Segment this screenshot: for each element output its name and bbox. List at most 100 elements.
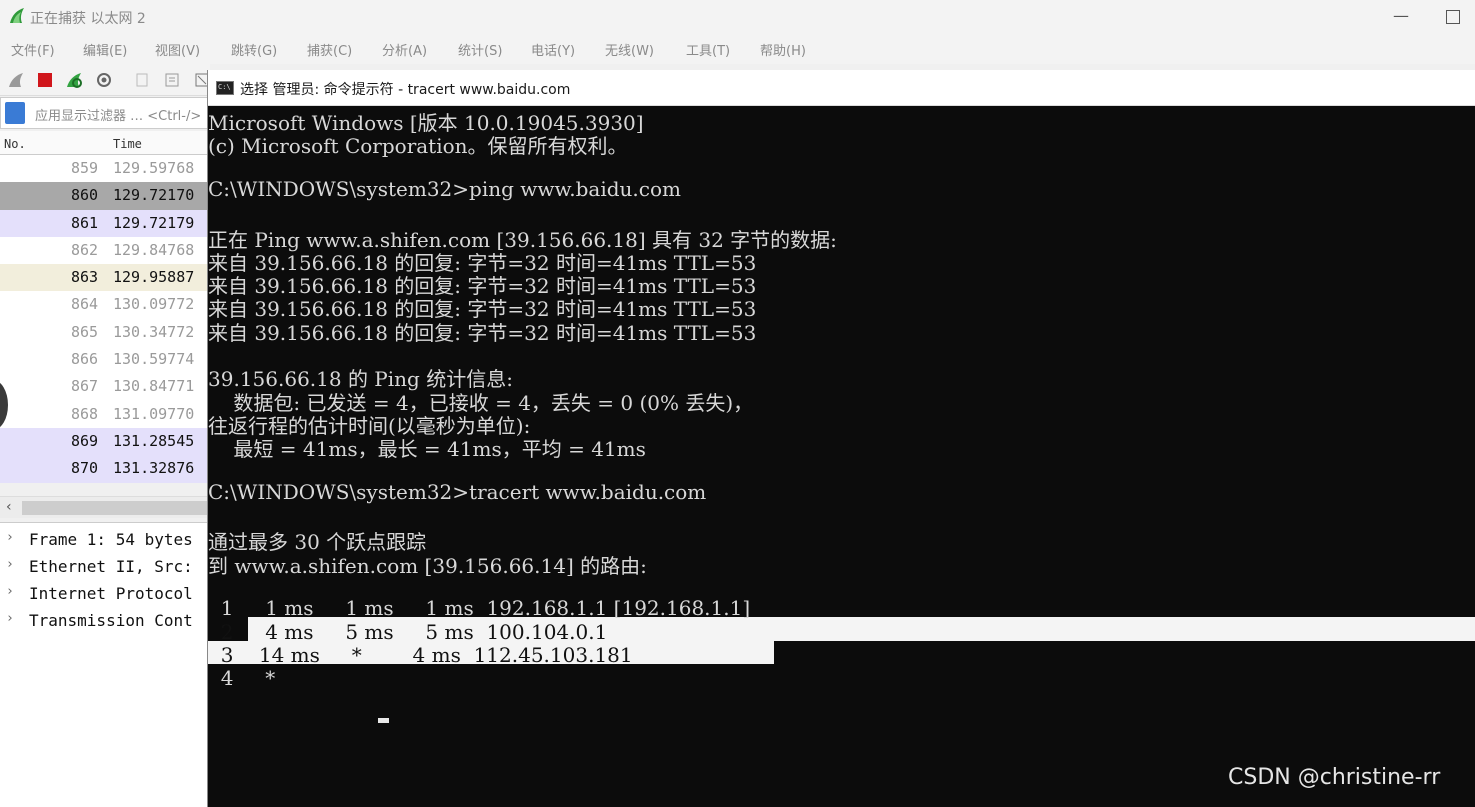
packet-number: 859 [71, 159, 99, 177]
menubar: 文件(F) 编辑(E) 视图(V) 跳转(G) 捕获(C) 分析(A) 统计(S… [0, 34, 1475, 64]
restart-capture-icon[interactable] [66, 72, 82, 88]
capture-options-icon[interactable] [96, 72, 112, 88]
expand-arrow-icon[interactable]: › [6, 530, 14, 545]
packet-number: 860 [71, 186, 99, 205]
console-line: 1 1 ms 1 ms 1 ms 192.168.1.1 [192.168.1.… [208, 596, 751, 621]
console-icon [216, 81, 234, 95]
console-line: 来自 39.156.66.18 的回复: 字节=32 时间=41ms TTL=5… [208, 320, 757, 345]
console-line: 最短 = 41ms，最长 = 41ms，平均 = 41ms [208, 437, 646, 462]
packet-number: 867 [71, 377, 99, 396]
console-output[interactable]: Microsoft Windows [版本 10.0.19045.3930] (c… [208, 106, 1475, 806]
packet-time: 130.84771 [113, 377, 195, 396]
packet-number: 865 [71, 322, 99, 341]
console-line: C:\WINDOWS\system32>tracert www.baidu.co… [208, 479, 707, 504]
window-title: 正在捕获 以太网 2 [30, 11, 146, 27]
horizontal-scrollbar[interactable]: ‹ [0, 496, 210, 518]
menu-help[interactable]: 帮助(H) [760, 40, 806, 59]
console-line: 4 * [208, 666, 276, 691]
packet-time: 130.59774 [113, 350, 195, 369]
packet-time: 131.28545 [113, 431, 195, 450]
text-cursor [378, 718, 389, 723]
minimize-button[interactable]: — [1393, 6, 1409, 25]
console-line: C:\WINDOWS\system32>ping www.baidu.com [208, 176, 681, 201]
menu-statistics[interactable]: 统计(S) [458, 40, 502, 59]
packet-list: 859 129.59768 860 129.72170 861 129.72179 862 1… [0, 155, 210, 483]
packet-number: 868 [71, 404, 99, 423]
expand-arrow-icon[interactable]: › [6, 584, 14, 599]
packet-number: 861 [71, 213, 99, 232]
packet-row[interactable]: 868 131.09770 [0, 400, 210, 428]
console-line: 来自 39.156.66.18 的回复: 字节=32 时间=41ms TTL=5… [208, 274, 757, 299]
packet-time: 129.72179 [113, 213, 195, 232]
menu-analyze[interactable]: 分析(A) [382, 40, 427, 59]
open-file-icon[interactable] [134, 72, 150, 88]
detail-tcp[interactable]: › Transmission Cont [0, 607, 210, 634]
display-filter-bar[interactable]: 应用显示过滤器 … <Ctrl-/> [0, 97, 210, 129]
menu-capture[interactable]: 捕获(C) [307, 40, 352, 59]
packet-number: 864 [71, 295, 99, 314]
packet-row[interactable]: 870 131.32876 [0, 455, 210, 483]
expand-arrow-icon[interactable]: › [6, 557, 14, 572]
column-no[interactable]: No. [4, 137, 26, 151]
menu-go[interactable]: 跳转(G) [231, 40, 277, 59]
expand-arrow-icon[interactable]: › [6, 611, 14, 626]
console-line: 正在 Ping www.a.shifen.com [39.156.66.18] … [208, 227, 837, 252]
scroll-left-arrow-icon[interactable]: ‹ [6, 499, 12, 515]
packet-number: 869 [71, 431, 99, 450]
watermark-text: CSDN @christine-rr [1228, 765, 1441, 790]
console-line: 来自 39.156.66.18 的回复: 字节=32 时间=41ms TTL=5… [208, 250, 757, 275]
scrollbar-thumb[interactable] [22, 501, 210, 515]
cmd-titlebar[interactable]: 选择 管理员: 命令提示符 - tracert www.baidu.com [208, 70, 1475, 106]
packet-time: 129.59768 [113, 159, 195, 177]
maximize-button[interactable] [1446, 10, 1460, 24]
detail-frame[interactable]: › Frame 1: 54 bytes [0, 526, 210, 553]
menu-telephony[interactable]: 电话(Y) [531, 40, 575, 59]
wireshark-fin-icon [10, 8, 24, 23]
menu-wireless[interactable]: 无线(W) [605, 40, 654, 59]
packet-row[interactable]: 866 130.59774 [0, 346, 210, 374]
packet-list-header: No. Time [0, 131, 210, 155]
packet-time: 129.72170 [113, 186, 195, 205]
packet-row[interactable]: 859 129.59768 [0, 155, 210, 183]
packet-row[interactable]: 861 129.72179 [0, 209, 210, 237]
packet-time: 130.09772 [113, 295, 195, 314]
packet-row[interactable]: 862 129.84768 [0, 236, 210, 265]
packet-details: › Frame 1: 54 bytes › Ethernet II, Src: … [0, 522, 210, 807]
detail-ethernet[interactable]: › Ethernet II, Src: [0, 553, 210, 580]
stop-capture-icon[interactable] [37, 72, 53, 88]
menu-view[interactable]: 视图(V) [155, 40, 200, 59]
packet-time: 129.95887 [113, 268, 195, 287]
display-filter-input[interactable]: 应用显示过滤器 … <Ctrl-/> [35, 105, 201, 124]
console-line: 数据包: 已发送 = 4，已接收 = 4，丢失 = 0 (0% 丢失)， [208, 390, 754, 415]
console-line: Microsoft Windows [版本 10.0.19045.3930] [208, 111, 644, 135]
packet-row[interactable]: 864 130.09772 [0, 291, 210, 319]
console-line: (c) Microsoft Corporation。保留所有权利。 [208, 134, 628, 159]
menu-file[interactable]: 文件(F) [11, 40, 55, 59]
wireshark-titlebar: 正在捕获 以太网 2 — [0, 0, 1475, 34]
detail-ip[interactable]: › Internet Protocol [0, 580, 210, 607]
save-file-icon[interactable] [164, 72, 180, 88]
packet-row[interactable]: 867 130.84771 [0, 373, 210, 401]
console-line: 往返行程的估计时间(以毫秒为单位): [208, 413, 531, 438]
console-line: 来自 39.156.66.18 的回复: 字节=32 时间=41ms TTL=5… [208, 297, 757, 322]
column-time[interactable]: Time [113, 137, 142, 151]
packet-number: 863 [71, 268, 99, 287]
menu-edit[interactable]: 编辑(E) [83, 40, 127, 59]
packet-row[interactable]: 869 131.28545 [0, 427, 210, 456]
packet-row[interactable]: 860 129.72170 [0, 182, 210, 210]
packet-time: 129.84768 [113, 240, 195, 259]
packet-number: 870 [71, 459, 99, 478]
console-line: 39.156.66.18 的 Ping 统计信息: [208, 367, 513, 392]
packet-row[interactable]: 865 130.34772 [0, 318, 210, 347]
packet-number: 862 [71, 240, 99, 259]
shark-fin-start-icon[interactable] [8, 72, 24, 88]
bookmark-icon[interactable] [5, 102, 25, 124]
console-line: 2 4 ms 5 ms 5 ms 100.104.0.1 [208, 619, 608, 644]
console-line: 通过最多 30 个跃点跟踪 [208, 530, 427, 555]
command-prompt-window[interactable]: 选择 管理员: 命令提示符 - tracert www.baidu.com Mi… [207, 70, 1475, 807]
packet-time: 131.32876 [113, 459, 195, 478]
main-toolbar [0, 64, 210, 96]
menu-tools[interactable]: 工具(T) [686, 40, 730, 59]
packet-row[interactable]: 863 129.95887 [0, 264, 210, 292]
packet-number: 866 [71, 350, 99, 369]
